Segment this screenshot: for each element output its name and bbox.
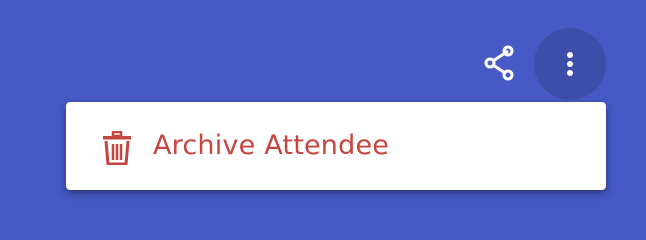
more-vert-icon — [567, 52, 573, 76]
options-menu: Archive Attendee — [66, 102, 606, 190]
share-icon — [484, 45, 514, 81]
archive-attendee-label: Archive Attendee — [153, 130, 390, 161]
trash-icon — [103, 131, 131, 165]
share-button[interactable] — [476, 40, 522, 86]
more-options-button[interactable] — [534, 28, 606, 100]
archive-attendee-menu-item[interactable]: Archive Attendee — [66, 102, 606, 190]
